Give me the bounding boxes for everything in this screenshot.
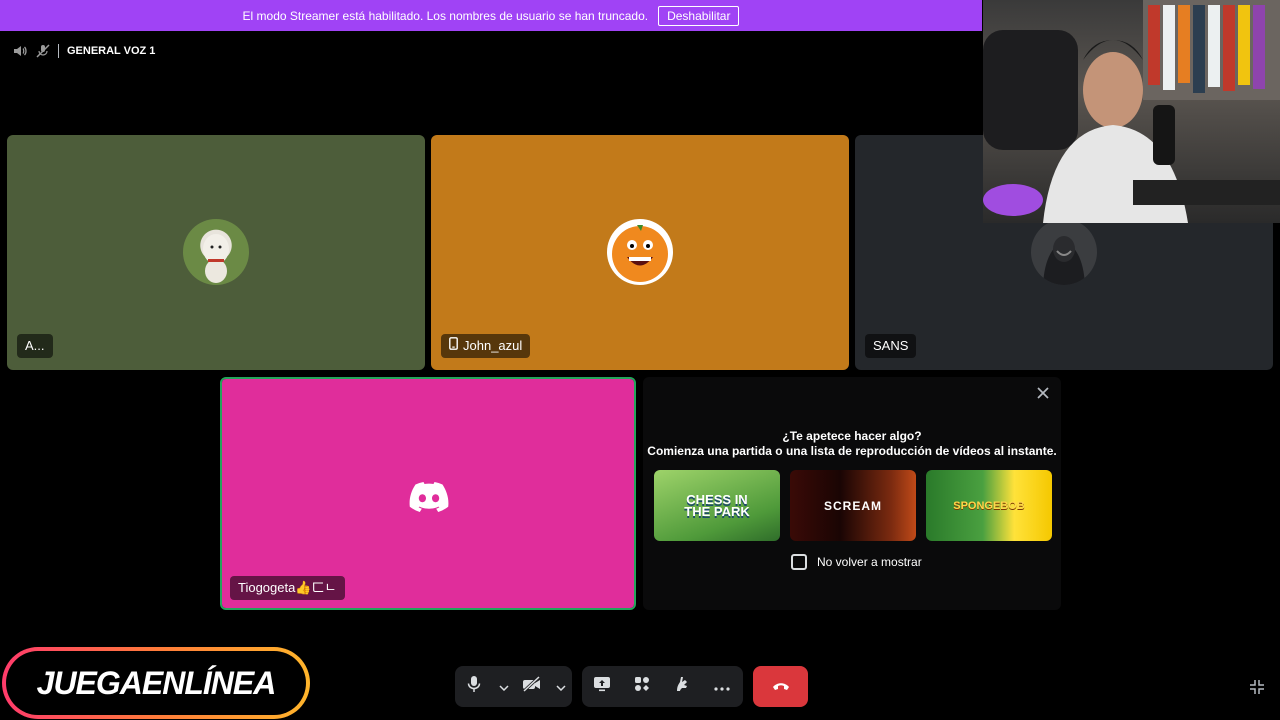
self-video-tile[interactable]: Tiogogeta👍ㄈㄴ [220,377,636,610]
soundboard-icon [674,675,690,698]
participant-name-tag: A... [17,334,53,358]
close-icon[interactable] [1035,385,1051,401]
avatar [1031,219,1097,285]
activities-title: ¿Te apetece hacer algo? [782,429,922,443]
activity-controls [582,666,743,707]
avatar [183,219,249,285]
soundboard-button[interactable] [662,666,702,707]
chevron-down-icon [556,678,566,696]
activity-card-label: SPONGEBOB [953,499,1025,512]
participant-tile-2[interactable]: John_azul [431,135,849,370]
activity-card-spongebob[interactable]: SPONGEBOB [926,470,1052,541]
avatar [607,219,673,285]
more-options-button[interactable] [702,666,742,707]
dont-show-again-checkbox[interactable] [791,554,807,570]
divider [58,44,59,58]
participant-name: John_azul [463,338,523,353]
participant-name-tag: SANS [865,334,917,358]
participant-name: Tiogogeta👍ㄈㄴ [238,580,337,595]
dont-show-again-label: No volver a mostrar [817,555,922,569]
participant-tile-1[interactable]: A... [7,135,425,370]
video-settings-dropdown[interactable] [550,666,572,707]
voice-channel-header: GENERAL VOZ 1 [12,42,155,60]
activities-subtitle: Comienza una partida o una lista de repr… [647,444,1057,458]
participant-name: SANS [873,338,909,353]
discord-logo-icon [409,482,449,517]
streamer-mode-text: El modo Streamer está habilitado. Los no… [242,8,649,23]
speaker-icon[interactable] [12,43,28,59]
participant-name-tag: John_azul [441,334,531,358]
disable-streamer-mode-button[interactable]: Deshabilitar [658,5,740,26]
phone-hangup-icon [772,678,790,696]
microphone-icon [466,675,482,698]
participant-name: A... [25,338,45,353]
mobile-phone-icon [449,334,458,358]
participant-name-tag: Tiogogeta👍ㄈㄴ [230,576,345,600]
activities-panel: ¿Te apetece hacer algo? Comienza una par… [643,377,1061,610]
disconnect-button[interactable] [753,666,808,707]
activity-card-label: CHESS IN THE PARK [684,491,750,519]
activities-button[interactable] [622,666,662,707]
activities-rocket-icon [634,676,650,697]
exit-fullscreen-button[interactable] [1248,678,1266,696]
streamer-mode-banner: El modo Streamer está habilitado. Los no… [0,0,982,31]
screen-share-icon [593,676,611,697]
channel-name: GENERAL VOZ 1 [67,45,156,57]
brand-logo: JUEGAENLÍNEA [2,647,310,719]
more-dots-icon [714,678,730,696]
microphone-button[interactable] [455,666,493,707]
share-screen-button[interactable] [582,666,622,707]
audio-settings-dropdown[interactable] [493,666,515,707]
microphone-muted-icon[interactable] [36,44,50,58]
audio-video-controls [455,666,572,707]
activity-card-label: SCREAM [823,498,882,513]
brand-logo-text: JUEGAENLÍNEA [36,664,277,701]
camera-off-icon [522,675,542,697]
activity-card-chess[interactable]: CHESS IN THE PARK [654,470,780,541]
streamer-webcam [983,0,1280,223]
dont-show-again-row[interactable]: No volver a mostrar [791,554,922,570]
collapse-icon [1248,680,1266,700]
camera-button[interactable] [514,666,550,707]
activity-card-scream[interactable]: SCREAM [790,470,916,541]
chevron-down-icon [499,678,509,696]
